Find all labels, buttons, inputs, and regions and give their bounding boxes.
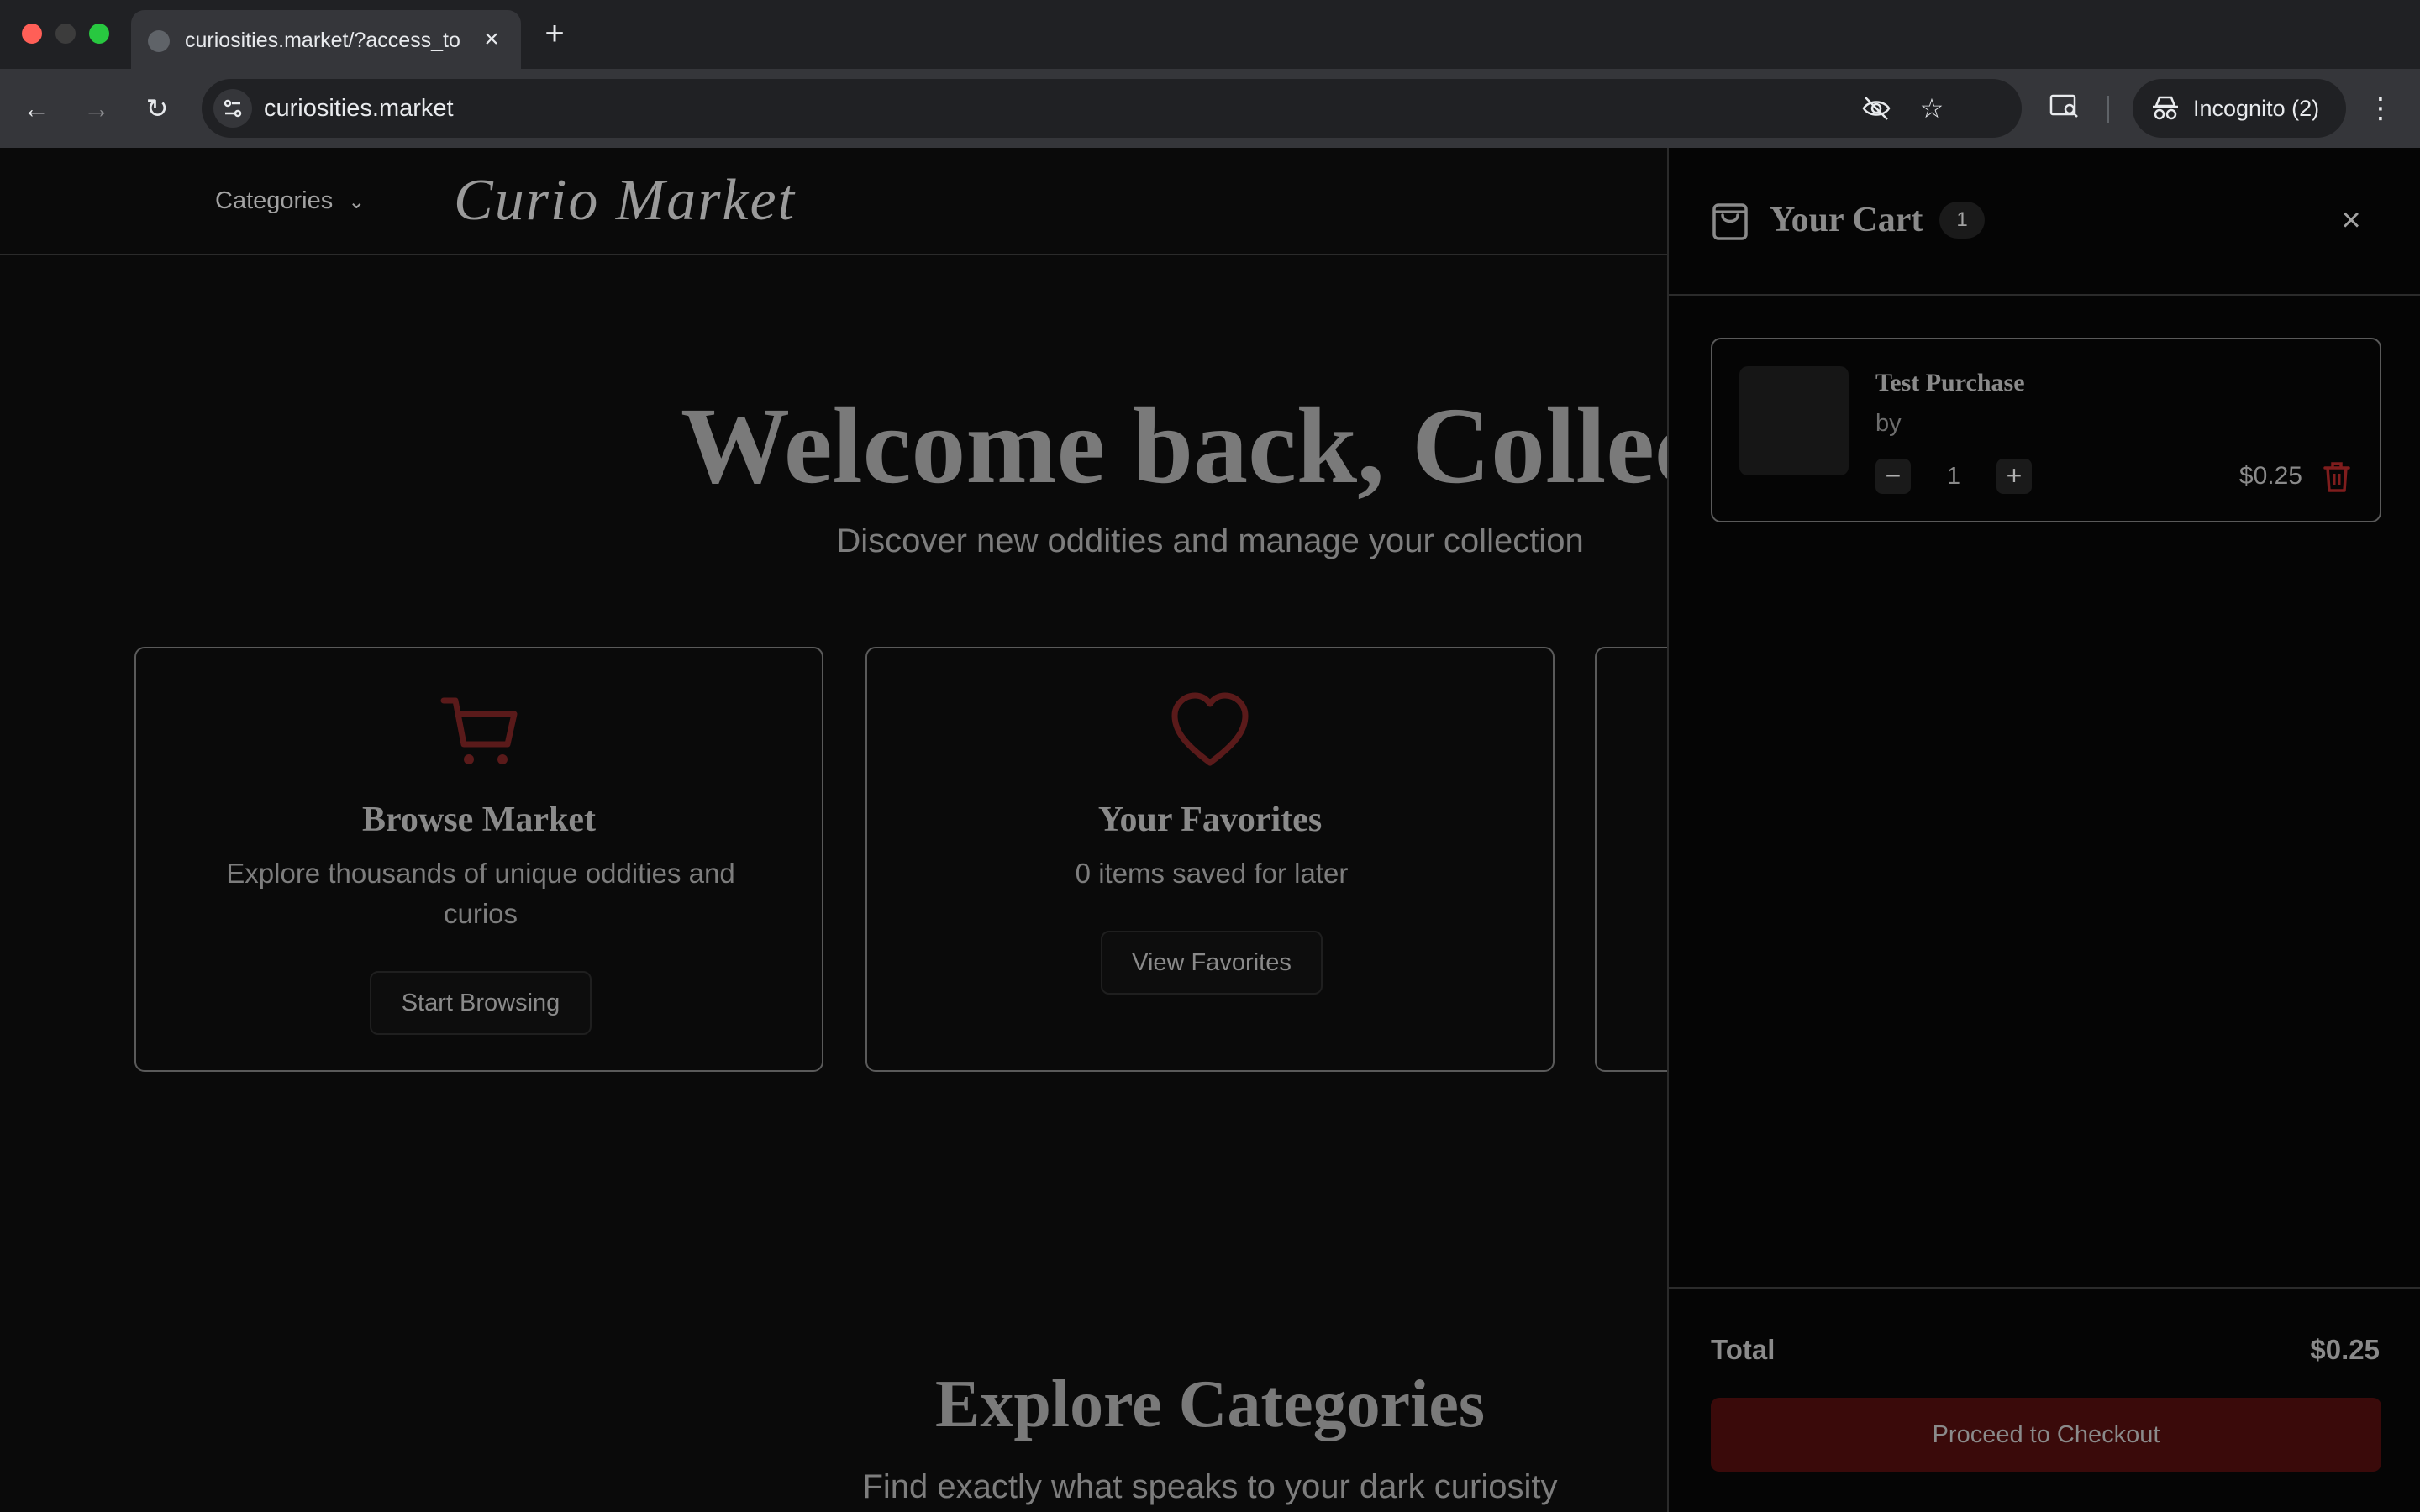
browser-menu-icon[interactable]: ⋮ (2361, 89, 2400, 128)
item-name[interactable]: Test Purchase (1876, 365, 2025, 402)
total-label: Total (1711, 1334, 1776, 1365)
reload-icon[interactable]: ↻ (138, 89, 176, 128)
globe-icon (148, 30, 170, 52)
shopping-bag-icon (1711, 200, 1749, 242)
shopping-cart-icon (136, 689, 822, 773)
new-tab-button[interactable]: + (538, 17, 571, 50)
incognito-label: Incognito (2) (2193, 96, 2320, 121)
decrease-quantity-button[interactable]: − (1876, 459, 1911, 494)
window-zoom-button[interactable] (89, 24, 109, 44)
cart-footer: Total $0.25 Proceed to Checkout (1669, 1287, 2420, 1512)
incognito-indicator[interactable]: Incognito (2) (2133, 79, 2346, 138)
url-text: curiosities.market (264, 95, 454, 122)
cart-title: Your Cart (1770, 201, 1923, 239)
window-minimize-button[interactable] (55, 24, 76, 44)
favorites-card: Your Favorites 0 items saved for later V… (865, 647, 1555, 1072)
heart-icon (867, 689, 1553, 773)
card-title: Your Favorites (1097, 801, 1323, 839)
item-thumbnail[interactable] (1739, 366, 1849, 475)
total-value: $0.25 (2310, 1334, 2380, 1365)
view-favorites-button[interactable]: View Favorites (1101, 931, 1323, 995)
trash-icon[interactable] (2321, 460, 2353, 494)
card-description: Explore thousands of unique oddities and… (226, 858, 735, 929)
eye-off-icon[interactable] (1860, 92, 1892, 124)
increase-quantity-button[interactable]: + (1996, 459, 2032, 494)
close-cart-icon[interactable]: × (2333, 202, 2370, 239)
card-title: Browse Market (362, 801, 596, 839)
back-arrow-icon[interactable]: ← (17, 89, 55, 128)
browser-tab-strip: curiosities.market/?access_to × + (0, 0, 2420, 69)
bookmark-star-icon[interactable]: ☆ (1916, 92, 1948, 124)
tab-close-icon[interactable]: × (477, 25, 506, 54)
tab-search-icon[interactable] (2045, 89, 2084, 128)
chevron-down-icon: ⌄ (348, 191, 366, 213)
cart-count-badge: 1 (1939, 202, 1985, 239)
site-settings-icon[interactable] (213, 89, 252, 128)
tab-title: curiosities.market/?access_to (185, 29, 460, 52)
cart-drawer: Your Cart 1 × Test Purchase by − 1 + $0.… (1667, 148, 2420, 1512)
address-bar[interactable]: curiosities.market ☆ (202, 79, 2022, 138)
categories-menu[interactable]: Categories ⌄ (215, 181, 365, 222)
toolbar-divider (2107, 96, 2109, 123)
cart-header: Your Cart 1 × (1669, 148, 2420, 296)
browser-tab[interactable]: curiosities.market/?access_to × (131, 10, 521, 69)
categories-label: Categories (215, 187, 334, 214)
start-browsing-button[interactable]: Start Browsing (370, 971, 592, 1035)
item-price: $0.25 (2238, 462, 2302, 490)
forward-arrow-icon[interactable]: → (77, 89, 116, 128)
item-quantity: 1 (1946, 463, 1961, 490)
cart-item: Test Purchase by − 1 + $0.25 (1711, 338, 2381, 522)
window-close-button[interactable] (22, 24, 42, 44)
item-seller: by (1876, 410, 1902, 437)
browser-toolbar: ← → ↻ curiosities.market ☆ Incognito (2)… (0, 69, 2420, 148)
incognito-icon (2149, 92, 2181, 124)
browse-market-card: Browse Market Explore thousands of uniqu… (134, 647, 823, 1072)
proceed-to-checkout-button[interactable]: Proceed to Checkout (1711, 1398, 2381, 1472)
site-logo[interactable]: Curio Market (454, 165, 796, 237)
card-description: 0 items saved for later (1075, 858, 1349, 889)
